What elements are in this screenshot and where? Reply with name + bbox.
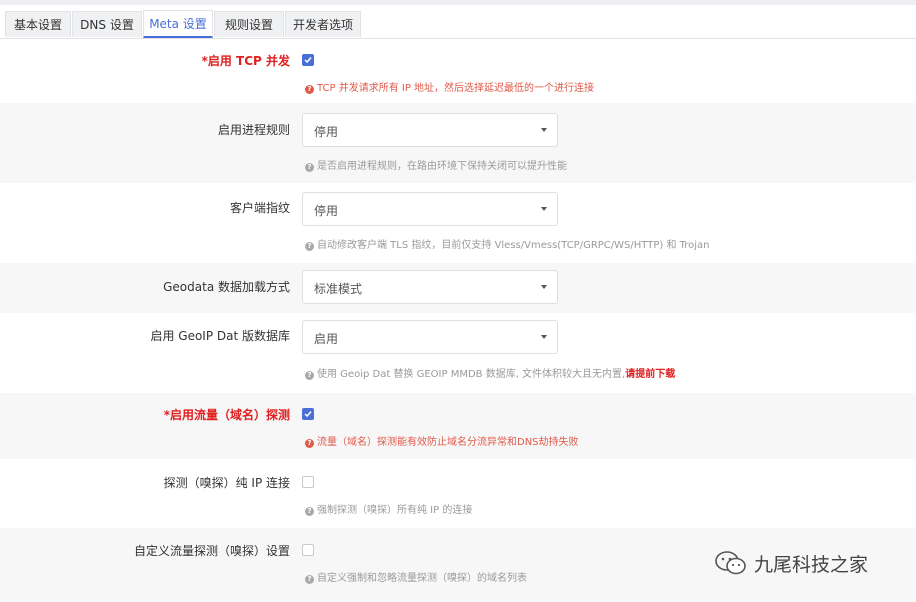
- caret-down-icon: [541, 335, 547, 339]
- setting-label: 启用进程规则: [217, 123, 290, 137]
- download-link[interactable]: 请提前下载: [625, 369, 675, 380]
- caret-down-icon: [541, 128, 547, 132]
- geodata-loader-select[interactable]: 标准模式: [302, 270, 558, 304]
- help-text: 使用 Geoip Dat 替换 GEOIP MMDB 数据库, 文件体积较大且无…: [317, 369, 626, 380]
- process-rules-select[interactable]: 停用: [302, 113, 558, 147]
- custom-sniffing-checkbox[interactable]: [302, 544, 314, 556]
- question-circle-icon: ?: [305, 439, 314, 448]
- help-text: 自动修改客户端 TLS 指纹，目前仅支持 Vless/Vmess(TCP/GRP…: [317, 240, 710, 251]
- setting-help: ? 流量（域名）探测能有效防止域名分流异常和DNS劫持失败: [305, 433, 579, 448]
- setting-label: 客户端指纹: [229, 201, 290, 215]
- check-icon: [304, 57, 312, 64]
- setting-help: ? 强制探测（嗅探）所有纯 IP 的连接: [305, 501, 472, 516]
- question-circle-icon: ?: [305, 163, 314, 172]
- caret-down-icon: [541, 285, 547, 289]
- setting-label: 自定义流量探测（嗅探）设置: [133, 544, 290, 558]
- top-bar: [0, 0, 916, 5]
- tab-meta-settings[interactable]: Meta 设置: [143, 10, 213, 38]
- select-value: 标准模式: [314, 282, 363, 296]
- help-text: 是否启用进程规则，在路由环境下保持关闭可以提升性能: [317, 161, 567, 172]
- geoip-dat-select[interactable]: 启用: [302, 320, 558, 354]
- tab-developer-options[interactable]: 开发者选项: [285, 11, 361, 37]
- settings-page: 基本设置 DNS 设置 Meta 设置 规则设置 开发者选项 *启用 TCP 并…: [0, 0, 916, 602]
- help-text: 流量（域名）探测能有效防止域名分流异常和DNS劫持失败: [317, 437, 579, 448]
- question-circle-icon: ?: [305, 85, 314, 94]
- setting-label: *启用流量（域名）探测: [163, 408, 290, 422]
- setting-row-sniff-pure-ip: 探测（嗅探）纯 IP 连接 ? 强制探测（嗅探）所有纯 IP 的连接: [0, 459, 916, 528]
- setting-row-client-fingerprint: 客户端指纹 停用 ? 自动修改客户端 TLS 指纹，目前仅支持 Vless/Vme…: [0, 183, 916, 263]
- select-value: 启用: [314, 332, 339, 346]
- client-fingerprint-select[interactable]: 停用: [302, 192, 558, 226]
- setting-label: Geodata 数据加载方式: [163, 280, 290, 294]
- tab-bar: 基本设置 DNS 设置 Meta 设置 规则设置 开发者选项: [0, 8, 916, 39]
- setting-help: ? 自动修改客户端 TLS 指纹，目前仅支持 Vless/Vmess(TCP/GR…: [305, 236, 710, 251]
- sniff-pure-ip-checkbox[interactable]: [302, 476, 314, 488]
- caret-down-icon: [541, 207, 547, 211]
- tab-rule-settings[interactable]: 规则设置: [214, 11, 284, 37]
- setting-label: 启用 GeoIP Dat 版数据库: [150, 329, 290, 343]
- setting-row-tcp-concurrent: *启用 TCP 并发 ? TCP 并发请求所有 IP 地址，然后选择延迟最低的一个…: [0, 39, 916, 103]
- tab-dns-settings[interactable]: DNS 设置: [72, 11, 142, 37]
- setting-row-geoip-dat: 启用 GeoIP Dat 版数据库 启用 ? 使用 Geoip Dat 替换 GE…: [0, 313, 916, 393]
- help-text: 强制探测（嗅探）所有纯 IP 的连接: [317, 505, 473, 516]
- question-circle-icon: ?: [305, 507, 314, 516]
- help-text: TCP 并发请求所有 IP 地址，然后选择延迟最低的一个进行连接: [317, 83, 595, 94]
- tab-basic-settings[interactable]: 基本设置: [5, 11, 71, 37]
- setting-help: ? TCP 并发请求所有 IP 地址，然后选择延迟最低的一个进行连接: [305, 79, 594, 94]
- watermark-text: 九尾科技之家: [754, 554, 869, 576]
- question-circle-icon: ?: [305, 371, 314, 380]
- select-value: 停用: [314, 204, 339, 218]
- setting-row-process-rules: 启用进程规则 停用 ? 是否启用进程规则，在路由环境下保持关闭可以提升性能: [0, 103, 916, 183]
- setting-help: ? 使用 Geoip Dat 替换 GEOIP MMDB 数据库, 文件体积较大且…: [305, 365, 675, 380]
- setting-row-sniffing: *启用流量（域名）探测 ? 流量（域名）探测能有效防止域名分流异常和DNS劫持失败: [0, 393, 916, 459]
- question-circle-icon: ?: [305, 575, 314, 584]
- setting-label: 探测（嗅探）纯 IP 连接: [163, 476, 290, 490]
- sniffing-checkbox[interactable]: [302, 408, 314, 420]
- help-text: 自定义强制和忽略流量探测（嗅探）的域名列表: [317, 573, 527, 584]
- question-circle-icon: ?: [305, 242, 314, 251]
- tcp-concurrent-checkbox[interactable]: [302, 54, 314, 66]
- wechat-logo-icon: [715, 551, 746, 575]
- setting-help: ? 是否启用进程规则，在路由环境下保持关闭可以提升性能: [305, 157, 567, 172]
- select-value: 停用: [314, 125, 339, 139]
- setting-label: *启用 TCP 并发: [201, 54, 290, 68]
- setting-row-geodata-loader: Geodata 数据加载方式 标准模式: [0, 263, 916, 313]
- setting-help: ? 自定义强制和忽略流量探测（嗅探）的域名列表: [305, 569, 527, 584]
- check-icon: [304, 411, 312, 418]
